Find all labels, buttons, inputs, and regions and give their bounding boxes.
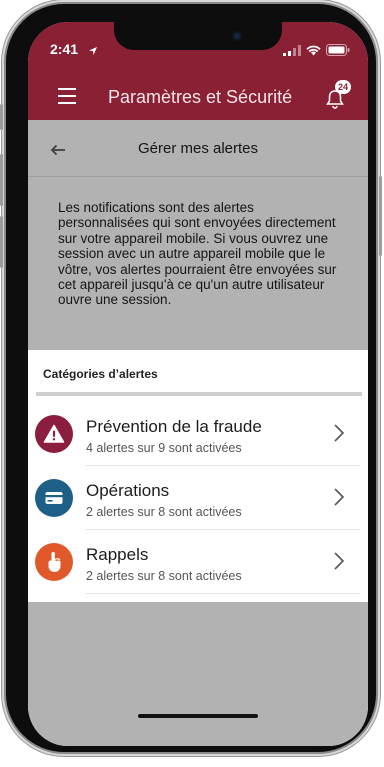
volume-up-button [0,154,3,206]
app-header: Paramètres et Sécurité 24 [28,74,368,120]
power-button [379,176,382,256]
card-icon [35,479,73,517]
category-reminders[interactable]: Rappels 2 alertes sur 8 sont activées [28,530,368,594]
category-icon-circle [35,479,73,517]
sheet-divider [36,392,362,396]
category-fraud-prevention[interactable]: Prévention de la fraude 4 alertes sur 9 … [28,402,368,466]
battery-icon [326,43,350,61]
category-icon-circle [35,415,73,453]
category-operations[interactable]: Opérations 2 alertes sur 8 sont activées [28,466,368,530]
alert-categories-sheet: Catégories d’alertes Prévention de la fr… [28,350,368,602]
category-name: Rappels [86,545,149,564]
mute-switch [0,104,3,130]
page-title: Paramètres et Sécurité [108,87,293,107]
notch [114,22,282,50]
category-description: 2 alertes sur 8 sont activées [86,569,242,583]
screen: 2:41 Paramètres et Sécurité 24 Gérer mes… [28,22,368,746]
phone-frame: 2:41 Paramètres et Sécurité 24 Gérer mes… [0,4,382,752]
category-icon-circle [35,543,73,581]
status-time: 2:41 [50,41,79,57]
notification-badge: 24 [335,80,351,94]
category-description: 2 alertes sur 8 sont activées [86,505,242,519]
menu-icon[interactable] [58,88,76,104]
signal-icon [283,43,301,61]
wifi-icon [306,43,321,61]
category-name: Opérations [86,481,170,500]
category-description: 4 alertes sur 9 sont activées [86,441,242,455]
warning-icon [35,415,73,453]
location-icon [88,43,98,61]
chevron-right-icon [334,424,345,447]
sheet-title: Catégories d’alertes [43,367,158,381]
volume-down-button [0,216,3,268]
front-camera [232,31,242,41]
notifications-bell-icon[interactable]: 24 [324,80,351,110]
category-name: Prévention de la fraude [86,417,262,436]
home-indicator[interactable] [138,714,258,718]
chevron-right-icon [334,488,345,511]
chevron-right-icon [334,552,345,575]
list-divider [86,593,360,594]
reminder-hand-icon [35,543,73,581]
status-bar: 2:41 [28,22,368,74]
